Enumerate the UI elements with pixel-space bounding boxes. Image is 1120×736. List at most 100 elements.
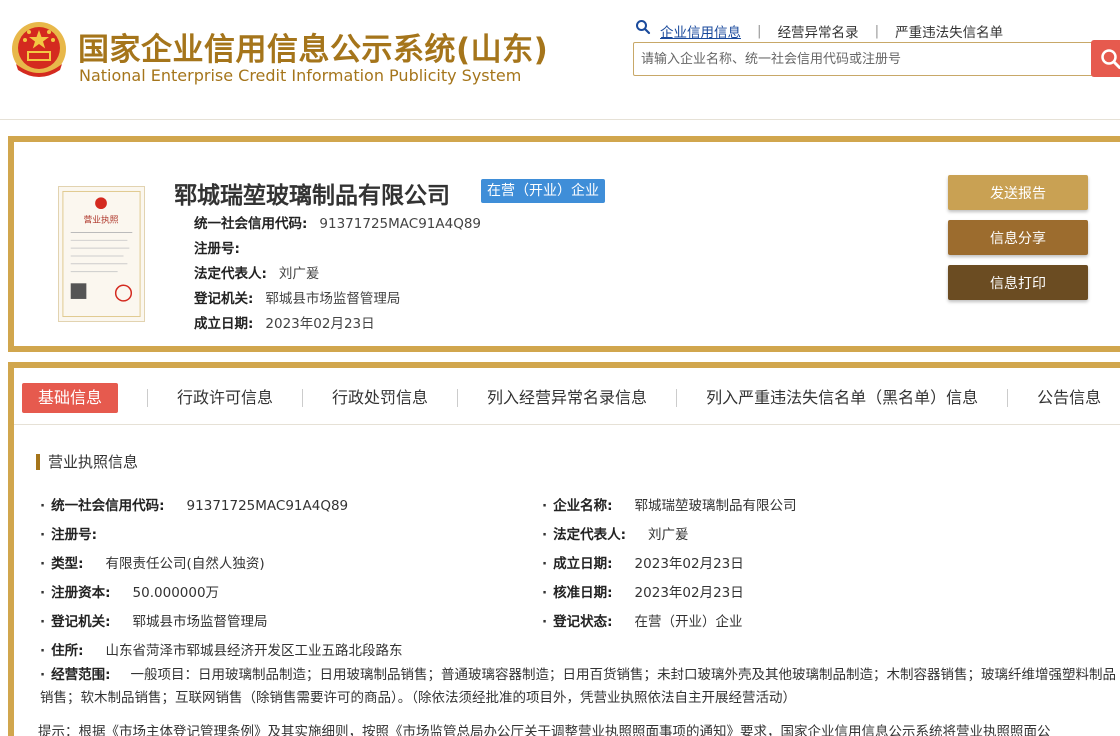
bullet: · xyxy=(542,527,548,543)
tab-separator xyxy=(457,389,459,407)
info-legal-rep: · 法定代表人: 刘广爰 xyxy=(542,523,689,543)
card-row-legal-rep: 法定代表人: 刘广爰 xyxy=(194,262,319,282)
license-title: 营业执照 xyxy=(83,214,118,226)
search-box xyxy=(633,42,1093,76)
field-label: 登记状态: xyxy=(553,614,613,630)
field-value: 2023年02月23日 xyxy=(634,556,744,572)
field-value: 有限责任公司(自然人独资) xyxy=(105,556,265,572)
search-icon xyxy=(1101,48,1120,69)
print-info-button[interactable]: 信息打印 xyxy=(948,265,1088,300)
field-value: 郓城县市场监督管理局 xyxy=(132,614,268,630)
status-badge: 在营（开业）企业 xyxy=(481,179,605,203)
bullet: · xyxy=(40,556,46,572)
field-value: 郓城县市场监督管理局 xyxy=(265,291,401,307)
field-value: 2023年02月23日 xyxy=(634,585,744,601)
info-approved: · 核准日期: 2023年02月23日 xyxy=(542,581,744,601)
info-type: · 类型: 有限责任公司(自然人独资) xyxy=(40,552,265,572)
field-label: 住所: xyxy=(51,643,84,659)
tab-blacklist[interactable]: 列入严重违法失信名单（黑名单）信息 xyxy=(706,383,978,413)
field-label: 法定代表人: xyxy=(194,266,267,282)
search-button[interactable] xyxy=(1091,40,1120,77)
bullet: · xyxy=(542,498,548,514)
bullet: · xyxy=(40,667,46,683)
field-label: 法定代表人: xyxy=(553,527,627,543)
field-label: 注册资本: xyxy=(51,585,111,601)
bullet: · xyxy=(542,614,548,630)
company-card: 营业执照 郓城瑞堃玻璃制品有限公司 在营（开业）企业 统一社会信用代码: 9137… xyxy=(8,136,1120,352)
bullet: · xyxy=(542,585,548,601)
field-label: 成立日期: xyxy=(194,316,254,332)
field-label: 注册号: xyxy=(51,527,98,543)
link-separator: | xyxy=(757,23,762,39)
info-capital: · 注册资本: 50.000000万 xyxy=(40,581,219,601)
tab-separator xyxy=(676,389,678,407)
card-row-established: 成立日期: 2023年02月23日 xyxy=(194,312,375,332)
site-title-en: National Enterprise Credit Information P… xyxy=(79,66,522,85)
site-title: 国家企业信用信息公示系统(山东) xyxy=(78,32,549,68)
top-links: 企业信用信息 | 经营异常名录 | 严重违法失信名单 xyxy=(660,21,1003,41)
tab-divider xyxy=(14,424,1120,425)
send-report-button[interactable]: 发送报告 xyxy=(948,175,1088,210)
tab-bar: 基础信息 行政许可信息 行政处罚信息 列入经营异常名录信息 列入严重违法失信名单… xyxy=(14,376,1120,420)
bullet: · xyxy=(542,556,548,572)
bullet: · xyxy=(40,585,46,601)
field-value: 刘广爰 xyxy=(278,266,320,282)
info-authority: · 登记机关: 郓城县市场监督管理局 xyxy=(40,610,268,630)
field-value: 山东省菏泽市郓城县经济开发区工业五路北段路东 xyxy=(105,643,403,659)
field-label: 注册号: xyxy=(194,241,240,257)
share-info-button[interactable]: 信息分享 xyxy=(948,220,1088,255)
field-value: 在营（开业）企业 xyxy=(634,614,743,630)
field-label: 统一社会信用代码: xyxy=(51,498,165,514)
link-separator: | xyxy=(874,23,880,39)
field-label: 登记机关: xyxy=(51,614,111,630)
field-label: 类型: xyxy=(51,556,84,572)
info-credit-code: · 统一社会信用代码: 91371725MAC91A4Q89 xyxy=(40,494,348,514)
info-established: · 成立日期: 2023年02月23日 xyxy=(542,552,744,572)
national-emblem-icon xyxy=(12,22,66,77)
tab-basic-info[interactable]: 基础信息 xyxy=(22,383,119,413)
field-value: 刘广爰 xyxy=(648,527,689,543)
link-enterprise-credit[interactable]: 企业信用信息 xyxy=(660,21,741,41)
card-row-reg-no: 注册号: xyxy=(194,237,252,257)
info-reg-no: · 注册号: xyxy=(40,523,119,543)
site-header: 国家企业信用信息公示系统(山东) National Enterprise Cre… xyxy=(0,0,1120,120)
field-label: 统一社会信用代码: xyxy=(194,216,308,232)
business-license-image[interactable]: 营业执照 xyxy=(58,186,145,322)
info-reg-status: · 登记状态: 在营（开业）企业 xyxy=(542,610,743,630)
field-value: 50.000000万 xyxy=(132,585,220,601)
field-label: 登记机关: xyxy=(194,291,254,307)
tab-abnormal-list[interactable]: 列入经营异常名录信息 xyxy=(487,383,647,413)
search-icon xyxy=(636,20,651,35)
card-row-credit-code: 统一社会信用代码: 91371725MAC91A4Q89 xyxy=(194,212,481,232)
tab-separator xyxy=(302,389,304,407)
bullet: · xyxy=(40,498,46,514)
card-row-authority: 登记机关: 郓城县市场监督管理局 xyxy=(194,287,400,307)
bullet: · xyxy=(40,527,46,543)
field-label: 经营范围: xyxy=(51,667,111,683)
field-value: 91371725MAC91A4Q89 xyxy=(319,216,481,232)
info-address: · 住所: 山东省菏泽市郓城县经济开发区工业五路北段路东 xyxy=(40,639,403,659)
search-input[interactable] xyxy=(634,43,1092,75)
field-label: 成立日期: xyxy=(553,556,613,572)
link-blacklist[interactable]: 严重违法失信名单 xyxy=(895,21,1003,41)
company-name: 郓城瑞堃玻璃制品有限公司 xyxy=(174,183,450,209)
field-label: 核准日期: xyxy=(553,585,613,601)
section-title: 营业执照信息 xyxy=(36,454,138,470)
field-label: 企业名称: xyxy=(553,498,613,514)
tab-admin-penalty[interactable]: 行政处罚信息 xyxy=(332,383,428,413)
bullet: · xyxy=(40,614,46,630)
tab-separator xyxy=(147,389,149,407)
link-abnormal-list[interactable]: 经营异常名录 xyxy=(778,21,859,41)
field-value: 一般项目：日用玻璃制品制造；日用玻璃制品销售；普通玻璃容器制造；日用百货销售；未… xyxy=(40,667,1117,706)
tab-announcements[interactable]: 公告信息 xyxy=(1037,383,1101,413)
field-value: 2023年02月23日 xyxy=(265,316,375,332)
bullet: · xyxy=(40,643,46,659)
info-business-scope: · 经营范围: 一般项目：日用玻璃制品制造；日用玻璃制品销售；普通玻璃容器制造；日用… xyxy=(40,664,1120,710)
tab-separator xyxy=(1007,389,1009,407)
info-company-name: · 企业名称: 郓城瑞堃玻璃制品有限公司 xyxy=(542,494,797,514)
info-panel: 基础信息 行政许可信息 行政处罚信息 列入经营异常名录信息 列入严重违法失信名单… xyxy=(8,362,1120,736)
field-value: 郓城瑞堃玻璃制品有限公司 xyxy=(634,498,797,514)
field-value: 91371725MAC91A4Q89 xyxy=(186,498,349,514)
notice-text: 提示：根据《市场主体登记管理条例》及其实施细则，按照《市场监管总局办公厅关于调整… xyxy=(38,724,1051,736)
tab-admin-license[interactable]: 行政许可信息 xyxy=(177,383,273,413)
